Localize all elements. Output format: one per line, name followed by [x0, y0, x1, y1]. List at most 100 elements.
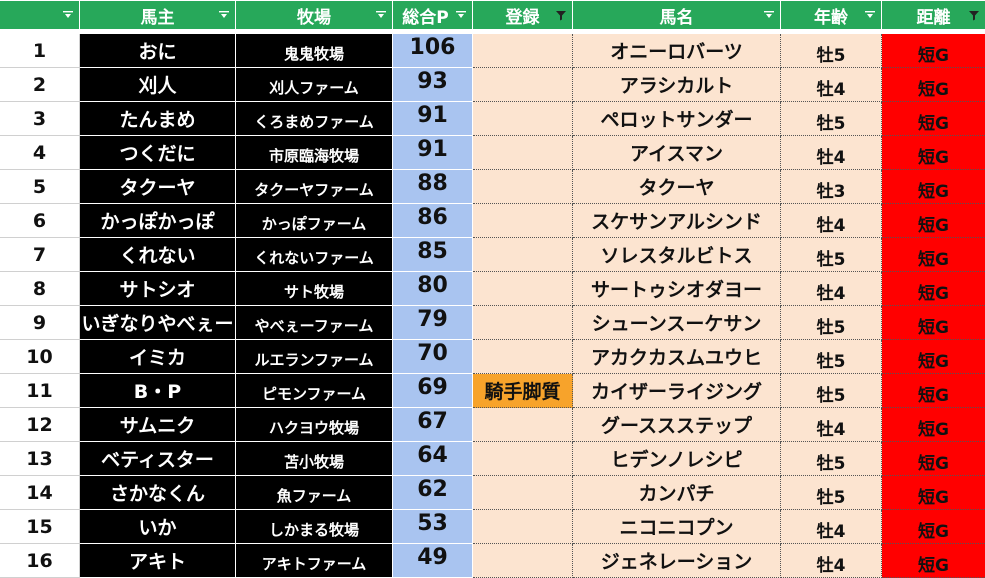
cell-distance[interactable]: 短G — [882, 306, 985, 340]
cell-horse[interactable]: タクーヤ — [573, 170, 781, 204]
cell-owner[interactable]: ベティスター — [80, 442, 236, 476]
cell-registration[interactable] — [473, 510, 573, 544]
filter-dropdown-icon[interactable] — [863, 7, 877, 23]
cell-owner[interactable]: さかなくん — [80, 476, 236, 510]
filter-dropdown-icon[interactable] — [374, 7, 388, 23]
cell-points[interactable]: 67 — [393, 408, 473, 442]
cell-no[interactable]: 12 — [0, 408, 80, 442]
cell-farm[interactable]: ルエランファーム — [236, 340, 393, 374]
cell-distance[interactable]: 短G — [882, 136, 985, 170]
cell-points[interactable]: 69 — [393, 374, 473, 408]
cell-age[interactable]: 牡5 — [781, 102, 882, 136]
cell-horse[interactable]: ペロットサンダー — [573, 102, 781, 136]
cell-owner[interactable]: タクーヤ — [80, 170, 236, 204]
cell-no[interactable]: 15 — [0, 510, 80, 544]
cell-owner[interactable]: かっぽかっぽ — [80, 204, 236, 238]
cell-farm[interactable]: 鬼鬼牧場 — [236, 34, 393, 68]
cell-points[interactable]: 91 — [393, 102, 473, 136]
cell-age[interactable]: 牡5 — [781, 306, 882, 340]
cell-farm[interactable]: サト牧場 — [236, 272, 393, 306]
cell-registration[interactable] — [473, 306, 573, 340]
cell-farm[interactable]: タクーヤファーム — [236, 170, 393, 204]
cell-distance[interactable]: 短G — [882, 544, 985, 578]
cell-age[interactable]: 牡4 — [781, 204, 882, 238]
cell-horse[interactable]: スケサンアルシンド — [573, 204, 781, 238]
cell-horse[interactable]: シューンスーケサン — [573, 306, 781, 340]
cell-points[interactable]: 49 — [393, 544, 473, 578]
cell-registration[interactable] — [473, 34, 573, 68]
cell-horse[interactable]: サートゥシオダヨー — [573, 272, 781, 306]
cell-owner[interactable]: いぎなりやべぇー — [80, 306, 236, 340]
cell-registration[interactable]: 騎手脚質 — [473, 374, 573, 408]
cell-no[interactable]: 14 — [0, 476, 80, 510]
cell-distance[interactable]: 短G — [882, 408, 985, 442]
cell-age[interactable]: 牡3 — [781, 170, 882, 204]
filter-dropdown-icon[interactable] — [762, 7, 776, 23]
cell-owner[interactable]: たんまめ — [80, 102, 236, 136]
cell-horse[interactable]: ソレスタルビトス — [573, 238, 781, 272]
cell-age[interactable]: 牡5 — [781, 374, 882, 408]
cell-horse[interactable]: ニコニコプン — [573, 510, 781, 544]
cell-points[interactable]: 53 — [393, 510, 473, 544]
cell-age[interactable]: 牡5 — [781, 340, 882, 374]
cell-horse[interactable]: ヒデンノレシピ — [573, 442, 781, 476]
cell-distance[interactable]: 短G — [882, 102, 985, 136]
cell-distance[interactable]: 短G — [882, 238, 985, 272]
cell-no[interactable]: 7 — [0, 238, 80, 272]
cell-registration[interactable] — [473, 272, 573, 306]
cell-owner[interactable]: サトシオ — [80, 272, 236, 306]
cell-farm[interactable]: 苫小牧場 — [236, 442, 393, 476]
cell-points[interactable]: 85 — [393, 238, 473, 272]
filter-funnel-icon[interactable] — [554, 7, 568, 23]
cell-owner[interactable]: サムニク — [80, 408, 236, 442]
cell-distance[interactable]: 短G — [882, 510, 985, 544]
cell-distance[interactable]: 短G — [882, 170, 985, 204]
cell-distance[interactable]: 短G — [882, 68, 985, 102]
cell-owner[interactable]: イミカ — [80, 340, 236, 374]
cell-registration[interactable] — [473, 340, 573, 374]
cell-owner[interactable]: くれない — [80, 238, 236, 272]
cell-registration[interactable] — [473, 544, 573, 578]
cell-registration[interactable] — [473, 476, 573, 510]
cell-horse[interactable]: アイスマン — [573, 136, 781, 170]
cell-horse[interactable]: オニーロバーツ — [573, 34, 781, 68]
cell-horse[interactable]: グーススステップ — [573, 408, 781, 442]
cell-owner[interactable]: つくだに — [80, 136, 236, 170]
cell-farm[interactable]: ピモンファーム — [236, 374, 393, 408]
cell-registration[interactable] — [473, 68, 573, 102]
cell-points[interactable]: 80 — [393, 272, 473, 306]
cell-owner[interactable]: アキト — [80, 544, 236, 578]
cell-points[interactable]: 93 — [393, 68, 473, 102]
cell-owner[interactable]: おに — [80, 34, 236, 68]
filter-dropdown-icon[interactable] — [454, 7, 468, 23]
cell-no[interactable]: 4 — [0, 136, 80, 170]
cell-registration[interactable] — [473, 238, 573, 272]
cell-points[interactable]: 106 — [393, 34, 473, 68]
cell-age[interactable]: 牡5 — [781, 442, 882, 476]
cell-horse[interactable]: アカクカスムユウヒ — [573, 340, 781, 374]
cell-no[interactable]: 10 — [0, 340, 80, 374]
cell-no[interactable]: 5 — [0, 170, 80, 204]
cell-horse[interactable]: カイザーライジング — [573, 374, 781, 408]
cell-horse[interactable]: アラシカルト — [573, 68, 781, 102]
cell-points[interactable]: 79 — [393, 306, 473, 340]
cell-owner[interactable]: B・P — [80, 374, 236, 408]
cell-points[interactable]: 62 — [393, 476, 473, 510]
cell-farm[interactable]: やべぇーファーム — [236, 306, 393, 340]
cell-horse[interactable]: カンパチ — [573, 476, 781, 510]
cell-distance[interactable]: 短G — [882, 34, 985, 68]
cell-age[interactable]: 牡5 — [781, 238, 882, 272]
cell-age[interactable]: 牡4 — [781, 544, 882, 578]
header-age[interactable]: 年齢 — [781, 1, 882, 29]
cell-horse[interactable]: ジェネレーション — [573, 544, 781, 578]
cell-points[interactable]: 86 — [393, 204, 473, 238]
cell-age[interactable]: 牡5 — [781, 34, 882, 68]
cell-distance[interactable]: 短G — [882, 204, 985, 238]
cell-distance[interactable]: 短G — [882, 374, 985, 408]
filter-dropdown-icon[interactable] — [217, 7, 231, 23]
cell-distance[interactable]: 短G — [882, 476, 985, 510]
cell-farm[interactable]: アキトファーム — [236, 544, 393, 578]
header-no[interactable] — [0, 1, 80, 29]
cell-points[interactable]: 70 — [393, 340, 473, 374]
cell-registration[interactable] — [473, 170, 573, 204]
